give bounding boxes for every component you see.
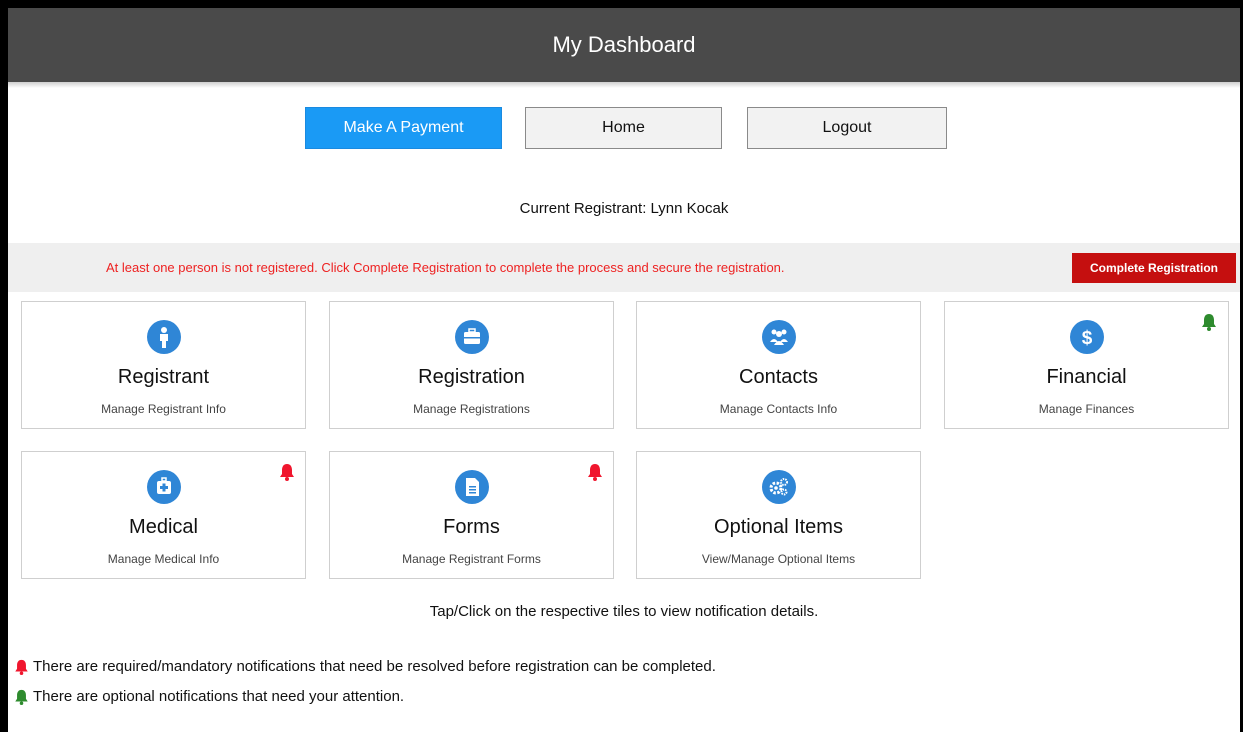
page-title: My Dashboard bbox=[552, 32, 696, 57]
header-divider bbox=[8, 82, 1240, 88]
tile-subtitle: Manage Registrant Forms bbox=[402, 552, 541, 566]
tile-forms[interactable]: Forms Manage Registrant Forms bbox=[329, 451, 614, 579]
tile-subtitle: Manage Finances bbox=[1038, 402, 1135, 416]
notification-hint: Tap/Click on the respective tiles to vie… bbox=[429, 603, 819, 620]
svg-text:$: $ bbox=[1081, 328, 1092, 349]
required-notification-bell-icon[interactable] bbox=[587, 463, 603, 481]
legend-required-text: There are required/mandatory notificatio… bbox=[33, 658, 716, 675]
dollar-icon: $ bbox=[1069, 320, 1104, 354]
tile-subtitle: Manage Registrations bbox=[413, 402, 530, 416]
required-bell-icon bbox=[15, 659, 28, 675]
document-icon bbox=[454, 470, 489, 504]
tile-medical[interactable]: Medical Manage Medical Info bbox=[21, 451, 306, 579]
home-button[interactable]: Home bbox=[525, 107, 722, 149]
gears-icon bbox=[761, 470, 796, 504]
tile-subtitle: Manage Contacts Info bbox=[719, 402, 838, 416]
tile-title: Financial bbox=[1046, 366, 1127, 388]
page-header: My Dashboard bbox=[8, 8, 1240, 82]
logout-button[interactable]: Logout bbox=[747, 107, 947, 149]
person-icon bbox=[146, 320, 181, 354]
tile-title: Registration bbox=[418, 366, 525, 388]
tile-financial[interactable]: $ Financial Manage Finances bbox=[944, 301, 1229, 429]
tile-contacts[interactable]: Contacts Manage Contacts Info bbox=[636, 301, 921, 429]
make-payment-button[interactable]: Make A Payment bbox=[305, 107, 502, 149]
tile-registration[interactable]: Registration Manage Registrations bbox=[329, 301, 614, 429]
legend-required: There are required/mandatory notificatio… bbox=[14, 658, 716, 675]
optional-bell-icon bbox=[15, 689, 28, 705]
tile-title: Optional Items bbox=[714, 516, 843, 538]
tile-title: Contacts bbox=[739, 366, 818, 388]
registration-alert-message: At least one person is not registered. C… bbox=[106, 260, 785, 275]
window-frame-top bbox=[0, 0, 1243, 8]
optional-notification-bell-icon[interactable] bbox=[1201, 313, 1217, 331]
required-notification-bell-icon[interactable] bbox=[279, 463, 295, 481]
current-registrant-label: Current Registrant: Lynn Kocak bbox=[519, 200, 729, 217]
tile-title: Registrant bbox=[117, 366, 210, 388]
legend-optional: There are optional notifications that ne… bbox=[14, 688, 404, 705]
tile-title: Forms bbox=[443, 516, 500, 538]
legend-optional-text: There are optional notifications that ne… bbox=[33, 688, 405, 705]
tile-subtitle: Manage Registrant Info bbox=[101, 402, 226, 416]
tile-subtitle: Manage Medical Info bbox=[107, 552, 220, 566]
registration-alert-bar: At least one person is not registered. C… bbox=[8, 243, 1240, 292]
tile-optional-items[interactable]: Optional Items View/Manage Optional Item… bbox=[636, 451, 921, 579]
group-icon bbox=[761, 320, 796, 354]
complete-registration-button[interactable]: Complete Registration bbox=[1072, 253, 1236, 283]
tile-subtitle: View/Manage Optional Items bbox=[701, 552, 856, 566]
tile-registrant[interactable]: Registrant Manage Registrant Info bbox=[21, 301, 306, 429]
tile-title: Medical bbox=[129, 516, 198, 538]
briefcase-icon bbox=[454, 320, 489, 354]
window-frame-left bbox=[0, 0, 8, 732]
medical-kit-icon bbox=[146, 470, 181, 504]
